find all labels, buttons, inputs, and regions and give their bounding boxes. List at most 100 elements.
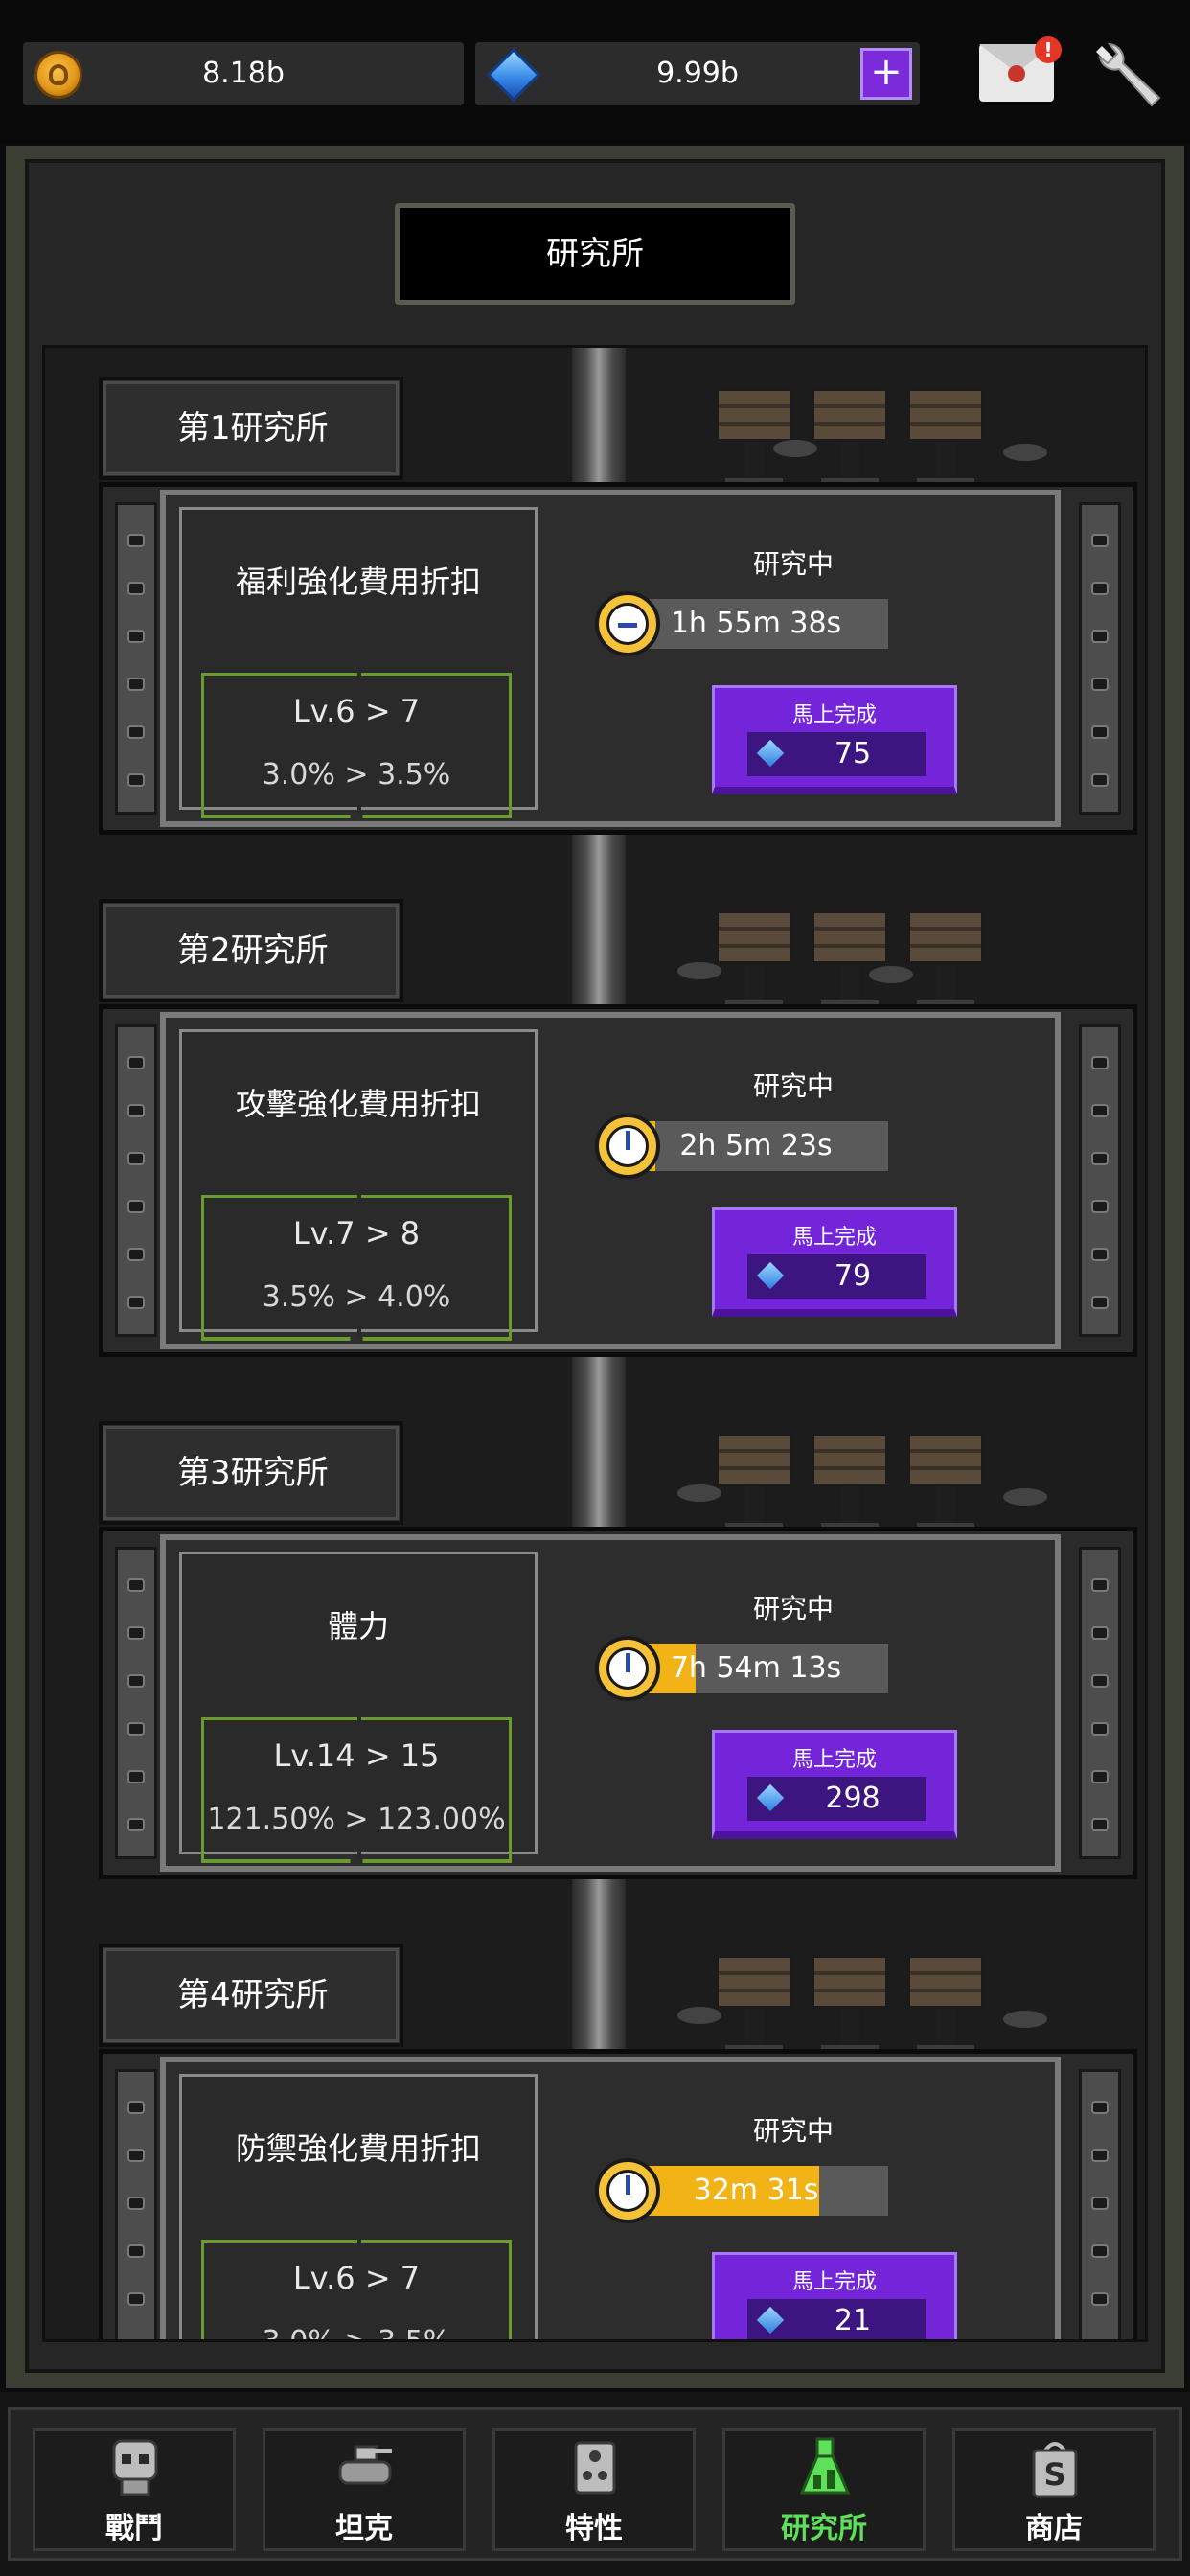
lab-entry: 第3研究所 體力 Lv.14 > 15 121.50% > 123.00% 研究… bbox=[45, 1392, 1145, 1891]
device-icon bbox=[574, 2441, 616, 2495]
finish-now-button[interactable]: 馬上完成 75 bbox=[712, 685, 957, 794]
finish-now-button[interactable]: 馬上完成 21 bbox=[712, 2252, 957, 2339]
research-level: Lv.6 > 7 bbox=[292, 2260, 421, 2296]
research-info: 福利強化費用折扣 Lv.6 > 7 3.0% > 3.5% bbox=[179, 507, 538, 818]
gold-amount: 8.18b bbox=[202, 57, 285, 90]
mail-icon[interactable]: ! bbox=[979, 36, 1062, 102]
research-status: 研究中 bbox=[752, 1070, 834, 1102]
research-timer-bar: 1h 55m 38s bbox=[624, 599, 888, 649]
clock-icon bbox=[595, 1114, 660, 1179]
tank-decoration bbox=[716, 1433, 792, 1538]
research-timer-bar: 32m 31s bbox=[624, 2166, 888, 2216]
lab-label: 第3研究所 bbox=[99, 1421, 403, 1525]
research-timer: 1h 55m 38s bbox=[670, 607, 842, 640]
research-effect: 3.5% > 4.0% bbox=[262, 1280, 451, 1314]
research-effect: 121.50% > 123.00% bbox=[207, 1803, 506, 1836]
finish-now-button[interactable]: 馬上完成 79 bbox=[712, 1208, 957, 1317]
research-info: 體力 Lv.14 > 15 121.50% > 123.00% bbox=[179, 1552, 538, 1863]
research-status: 研究中 bbox=[752, 1593, 834, 1624]
lab-entry: 第1研究所 福利強化費用折扣 Lv.6 > 7 3.0% > 3.5% 研究中 … bbox=[45, 348, 1145, 846]
research-name: 福利強化費用折扣 bbox=[235, 564, 481, 600]
lab-label: 第2研究所 bbox=[99, 899, 403, 1002]
research-timer: 32m 31s bbox=[693, 2174, 819, 2207]
smoke-puff bbox=[677, 1484, 721, 1502]
mail-seal bbox=[1008, 65, 1025, 82]
finish-cost-amount: 21 bbox=[834, 2304, 872, 2337]
tab-traits[interactable]: 特性 bbox=[492, 2428, 696, 2551]
finish-cost-amount: 298 bbox=[825, 1782, 881, 1815]
research-effect: 3.0% > 3.5% bbox=[262, 2325, 451, 2342]
lab-entry: 第4研究所 防禦強化費用折扣 Lv.6 > 7 3.0% > 3.5% 研究中 … bbox=[45, 1915, 1145, 2342]
tank-decoration bbox=[812, 1955, 888, 2060]
smoke-puff bbox=[773, 440, 817, 457]
research-card[interactable]: 防禦強化費用折扣 Lv.6 > 7 3.0% > 3.5% 研究中 32m 31… bbox=[160, 2057, 1061, 2342]
research-level: Lv.6 > 7 bbox=[292, 693, 421, 729]
tank-decoration bbox=[907, 1955, 984, 2060]
tab-research[interactable]: 研究所 bbox=[722, 2428, 926, 2551]
research-stats: Lv.7 > 8 3.5% > 4.0% bbox=[201, 1195, 512, 1341]
tank-decoration bbox=[907, 1433, 984, 1538]
research-stats: Lv.14 > 15 121.50% > 123.00% bbox=[201, 1717, 512, 1863]
smoke-puff bbox=[869, 966, 913, 983]
tab-battle[interactable]: 戰鬥 bbox=[33, 2428, 236, 2551]
tank-decoration bbox=[812, 388, 888, 494]
gem-icon bbox=[756, 2306, 785, 2334]
clock-icon bbox=[595, 591, 660, 656]
research-stats: Lv.6 > 7 3.0% > 3.5% bbox=[201, 673, 512, 818]
page-title: 研究所 bbox=[395, 203, 795, 305]
shopping-bag-icon: S bbox=[1032, 2442, 1078, 2498]
gem-counter: 9.99b bbox=[475, 42, 920, 105]
research-status: 研究中 bbox=[752, 2115, 834, 2147]
add-gems-button[interactable]: + bbox=[860, 48, 912, 100]
smoke-puff bbox=[677, 2007, 721, 2024]
research-card[interactable]: 體力 Lv.14 > 15 121.50% > 123.00% 研究中 7h 5… bbox=[160, 1534, 1061, 1872]
mail-alert-badge: ! bbox=[1035, 36, 1062, 63]
research-timer: 2h 5m 23s bbox=[679, 1129, 833, 1162]
research-card[interactable]: 攻擊強化費用折扣 Lv.7 > 8 3.5% > 4.0% 研究中 2h 5m … bbox=[160, 1012, 1061, 1349]
finish-now-button[interactable]: 馬上完成 298 bbox=[712, 1730, 957, 1839]
tank-icon bbox=[338, 2445, 392, 2485]
finish-cost: 79 bbox=[747, 1254, 926, 1299]
finish-cost: 21 bbox=[747, 2299, 926, 2339]
gem-icon bbox=[756, 739, 785, 768]
research-stats: Lv.6 > 7 3.0% > 3.5% bbox=[201, 2240, 512, 2342]
tab-label: 坦克 bbox=[335, 2512, 393, 2545]
tank-decoration bbox=[907, 910, 984, 1016]
smoke-puff bbox=[1003, 2011, 1047, 2028]
finish-now-label: 馬上完成 bbox=[791, 1226, 877, 1250]
tab-shop[interactable]: S 商店 bbox=[952, 2428, 1156, 2551]
gem-amount: 9.99b bbox=[656, 57, 739, 90]
research-level: Lv.7 > 8 bbox=[292, 1215, 421, 1252]
smoke-puff bbox=[1003, 1488, 1047, 1506]
finish-now-label: 馬上完成 bbox=[791, 1748, 877, 1772]
tab-label: 特性 bbox=[565, 2512, 623, 2545]
research-name: 體力 bbox=[327, 1608, 389, 1644]
lab-list[interactable]: 第1研究所 福利強化費用折扣 Lv.6 > 7 3.0% > 3.5% 研究中 … bbox=[42, 345, 1148, 2342]
clock-icon bbox=[595, 1636, 660, 1701]
research-level: Lv.14 > 15 bbox=[273, 1737, 440, 1774]
smoke-puff bbox=[1003, 444, 1047, 461]
tab-label: 商店 bbox=[1025, 2512, 1083, 2545]
lab-label: 第4研究所 bbox=[99, 1944, 403, 2047]
research-name: 攻擊強化費用折扣 bbox=[235, 1086, 481, 1122]
coin-icon bbox=[34, 51, 82, 99]
lab-entry: 第2研究所 攻擊強化費用折扣 Lv.7 > 8 3.5% > 4.0% 研究中 … bbox=[45, 870, 1145, 1368]
research-info: 防禦強化費用折扣 Lv.6 > 7 3.0% > 3.5% bbox=[179, 2074, 538, 2342]
svg-text:S: S bbox=[1043, 2456, 1065, 2493]
gem-icon bbox=[756, 1261, 785, 1290]
smoke-puff bbox=[677, 962, 721, 979]
finish-cost: 298 bbox=[747, 1777, 926, 1821]
research-card[interactable]: 福利強化費用折扣 Lv.6 > 7 3.0% > 3.5% 研究中 1h 55m… bbox=[160, 490, 1061, 827]
flask-icon bbox=[799, 2437, 851, 2495]
research-timer: 7h 54m 13s bbox=[670, 1651, 842, 1685]
wrench-icon[interactable] bbox=[1090, 38, 1167, 115]
research-status: 研究中 bbox=[752, 548, 834, 580]
tank-decoration bbox=[812, 910, 888, 1016]
research-effect: 3.0% > 3.5% bbox=[262, 758, 451, 792]
finish-now-label: 馬上完成 bbox=[791, 2270, 877, 2294]
skull-icon bbox=[112, 2439, 158, 2496]
tab-tank[interactable]: 坦克 bbox=[263, 2428, 466, 2551]
gem-icon bbox=[756, 1783, 785, 1812]
top-bar: 8.18b 9.99b + ! bbox=[0, 0, 1190, 144]
tank-decoration bbox=[812, 1433, 888, 1538]
